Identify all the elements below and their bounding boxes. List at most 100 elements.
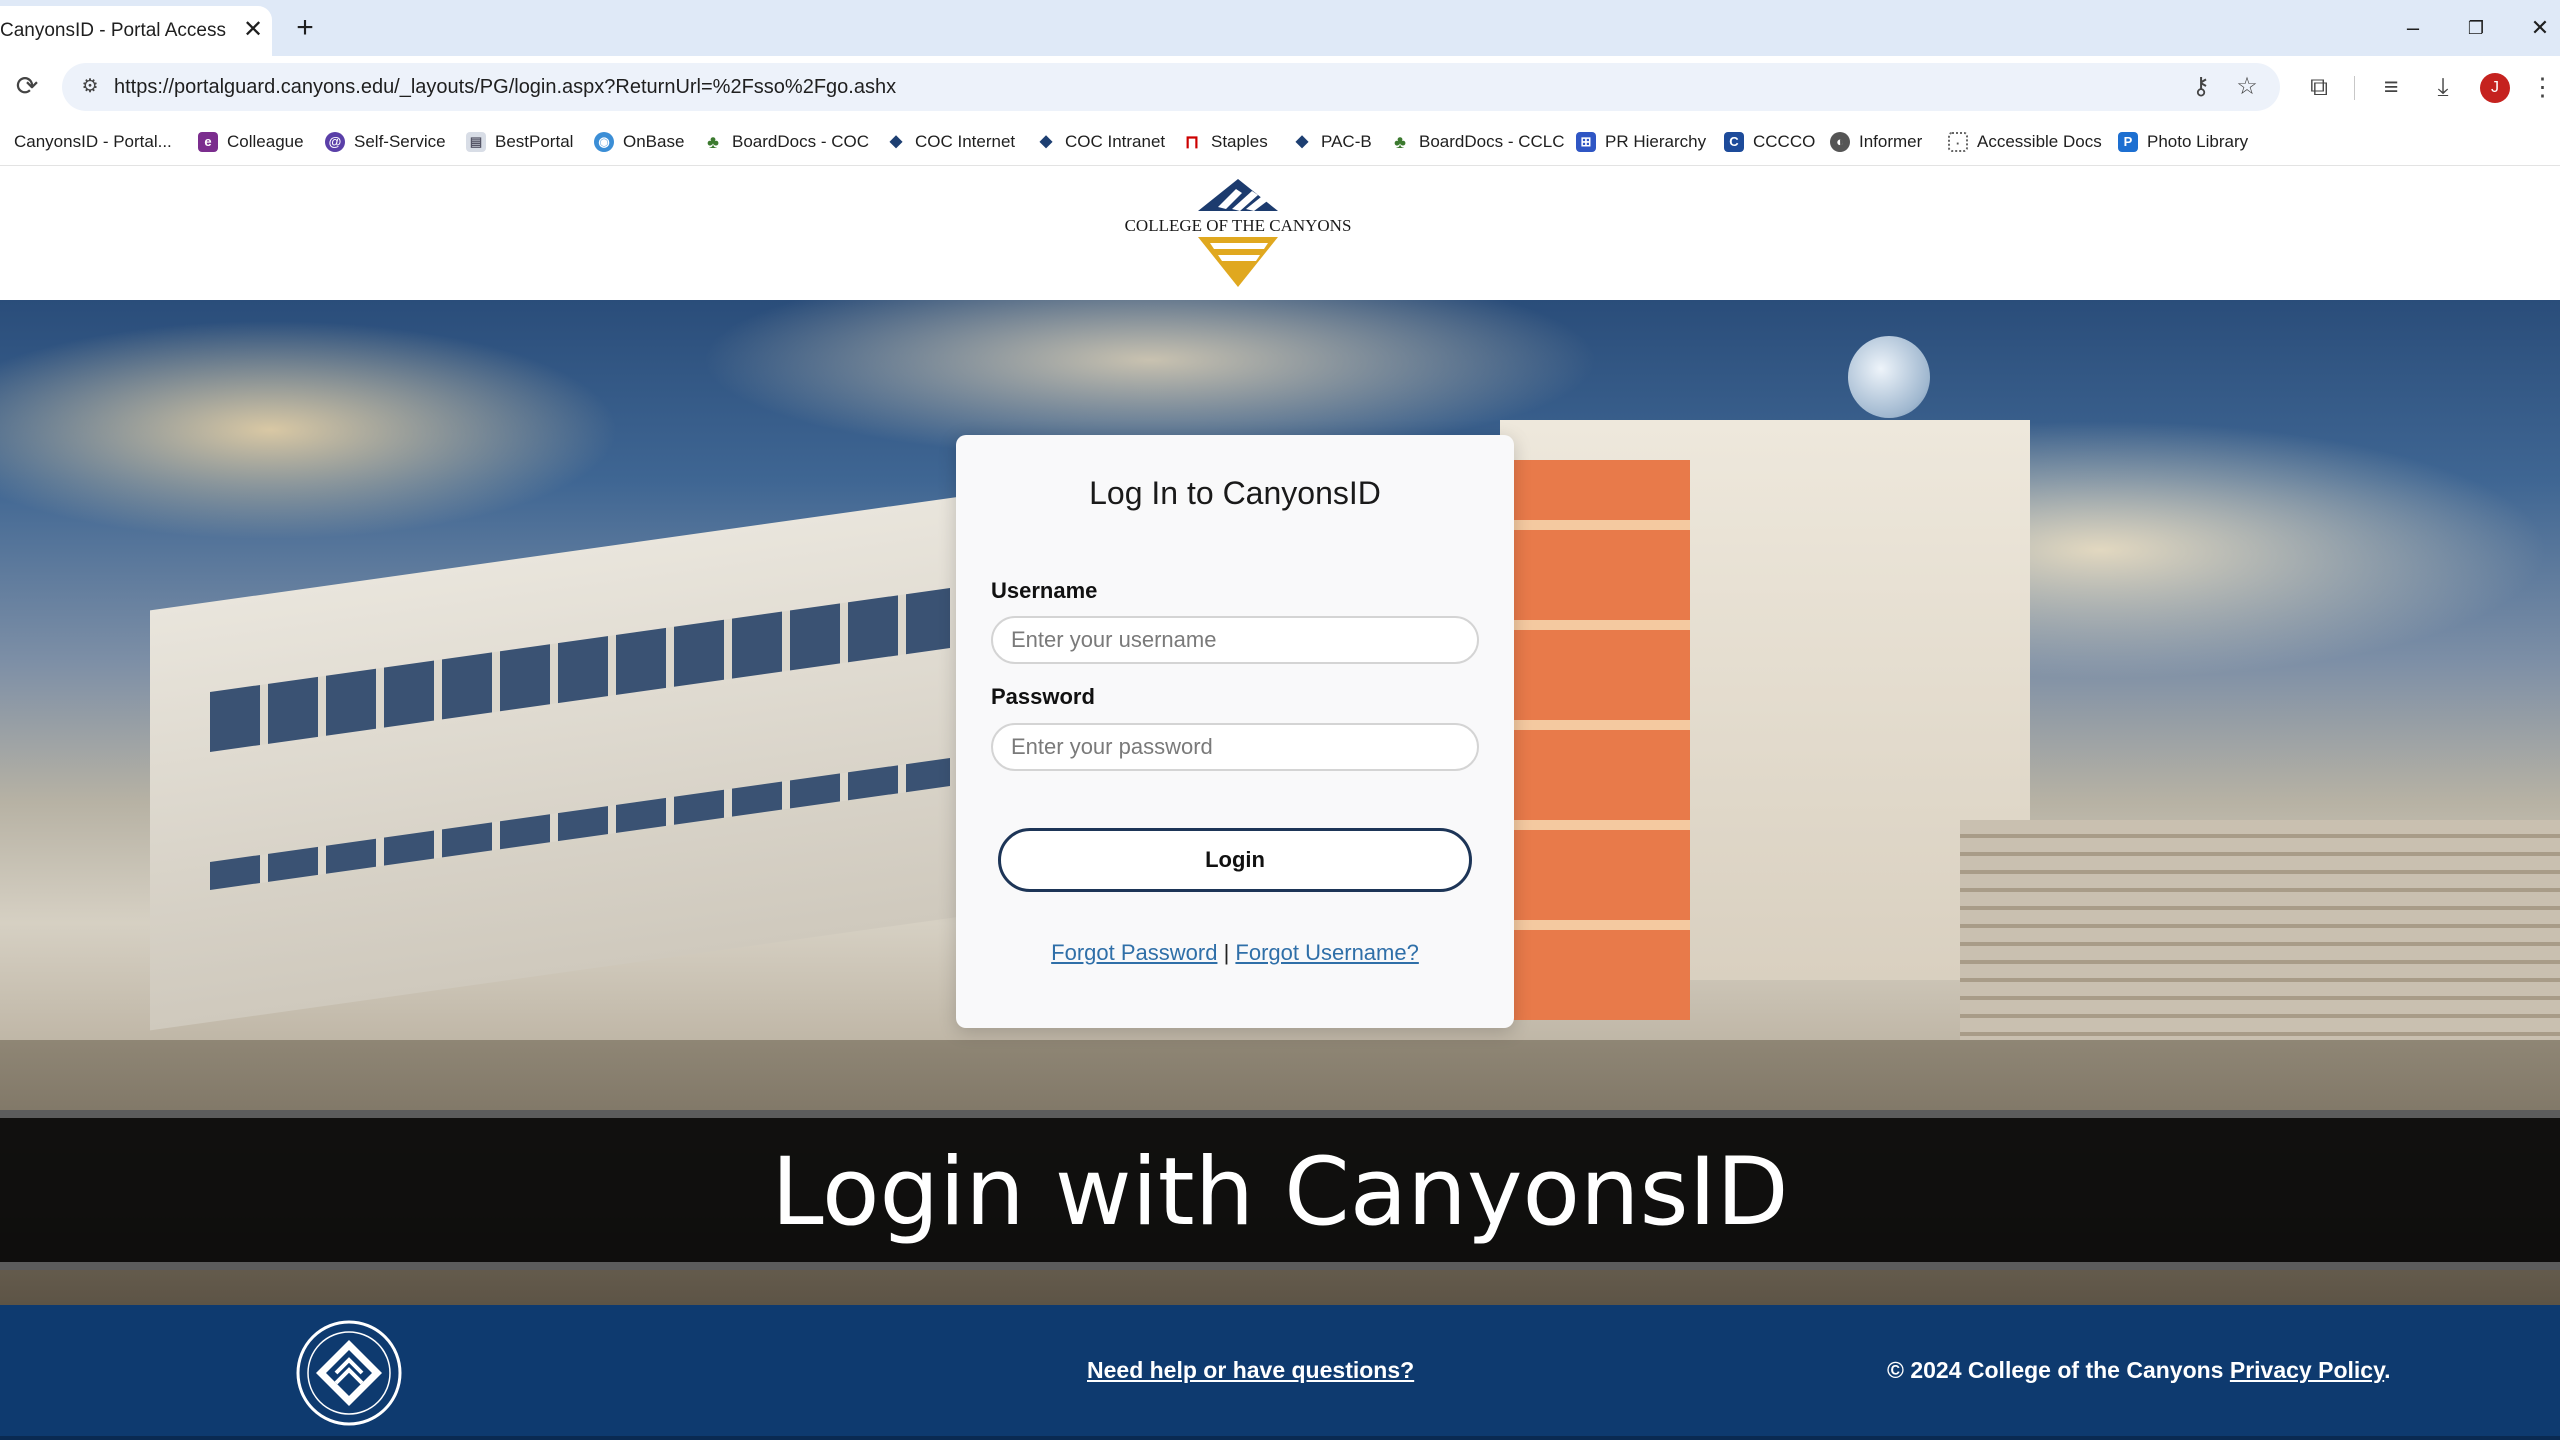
forgot-username-link[interactable]: Forgot Username? [1235, 940, 1418, 965]
bookmark-label: PAC-B [1321, 132, 1372, 151]
password-label: Password [991, 684, 1095, 709]
bookmark-label: Informer [1859, 132, 1923, 151]
bookmark-onbase[interactable]: ◉ OnBase [594, 128, 684, 156]
login-button[interactable]: Login [998, 828, 1472, 892]
extensions-icon[interactable]: ⧉ [2302, 69, 2336, 105]
bookmark-bestportal[interactable]: ▤ BestPortal [466, 128, 573, 156]
bookmark-star-icon[interactable]: ☆ [2232, 72, 2262, 102]
toolbar-divider [2354, 76, 2355, 100]
copyright-text: © 2024 College of the Canyons Privacy Po… [1887, 1357, 2391, 1384]
bookmark-accessible-docs[interactable]: · Accessible Docs [1948, 128, 2102, 156]
bookmark-label: COC Internet [915, 132, 1016, 151]
link-separator: | [1223, 940, 1230, 965]
copyright-label: © 2024 College of the Canyons [1887, 1357, 2224, 1383]
globe-icon: ◉ [594, 132, 614, 152]
tree-icon: ♣ [707, 132, 719, 152]
media-control-icon[interactable]: ≡ [2374, 69, 2408, 105]
bookmark-label: CCCCO [1753, 132, 1816, 151]
bookmark-cccco[interactable]: C CCCCO [1724, 128, 1815, 156]
bookmark-boarddocs-cclc[interactable]: ♣ BoardDocs - CCLC [1390, 128, 1565, 156]
bookmark-staples[interactable]: ⊓ Staples [1182, 128, 1268, 156]
tree-icon: ♣ [1394, 132, 1406, 152]
glass-stairwell [1500, 460, 1690, 1020]
recovery-links: Forgot Password | Forgot Username? [956, 940, 1514, 966]
restore-icon[interactable]: ❐ [2456, 8, 2496, 48]
minimize-icon[interactable]: – [2393, 8, 2433, 48]
url-text[interactable]: https://portalguard.canyons.edu/_layouts… [114, 76, 896, 99]
video-caption-band: Login with CanyonsID [0, 1110, 2560, 1270]
bookmark-label: PR Hierarchy [1605, 132, 1707, 151]
caption-stripe-top [0, 1110, 2560, 1118]
download-icon[interactable]: ⤓ [2426, 69, 2460, 105]
site-footer: Need help or have questions? © 2024 Coll… [0, 1305, 2560, 1440]
bookmark-colleague[interactable]: e Colleague [198, 128, 304, 156]
bookmark-label: BestPortal [495, 132, 574, 151]
caption-stripe-bottom [0, 1262, 2560, 1270]
bookmarks-bar: CanyonsID - Portal... e Colleague @ Self… [0, 118, 2560, 166]
bookmark-coc-intranet[interactable]: ◆ COC Intranet [1036, 128, 1165, 156]
bookmark-canyonsid[interactable]: CanyonsID - Portal... [0, 128, 172, 156]
forgot-password-link[interactable]: Forgot Password [1051, 940, 1217, 965]
window-row [210, 757, 950, 891]
more-menu-icon[interactable]: ⋮ [2530, 69, 2555, 105]
bookmark-photo-library[interactable]: P Photo Library [2118, 128, 2248, 156]
bookmark-label: BoardDocs - CCLC [1419, 132, 1565, 151]
colleague-icon: e [198, 132, 218, 152]
org-chart-icon: ⊞ [1576, 132, 1596, 152]
canyons-icon: ◆ [1039, 133, 1053, 150]
college-seal-icon[interactable] [296, 1320, 402, 1426]
username-input[interactable] [991, 616, 1479, 664]
bookmark-boarddocs-coc[interactable]: ♣ BoardDocs - COC [703, 128, 869, 156]
bookmark-label: Colleague [227, 132, 304, 151]
bookmark-self-service[interactable]: @ Self-Service [325, 128, 446, 156]
bookmark-label: BoardDocs - COC [732, 132, 869, 151]
browser-toolbar: ⟳ ⚙ https://portalguard.canyons.edu/_lay… [0, 56, 2560, 118]
accessible-docs-icon: · [1948, 132, 1968, 152]
site-info-icon[interactable]: ⚙ [76, 73, 104, 101]
page-icon: ▤ [466, 132, 486, 152]
staples-icon: ⊓ [1184, 132, 1200, 152]
college-logo[interactable]: COLLEGE OF THE CANYONS [1118, 179, 1358, 289]
new-tab-icon[interactable]: + [287, 8, 323, 48]
password-key-icon[interactable]: ⚷ [2186, 72, 2216, 102]
browser-tab[interactable]: CanyonsID - Portal Access ✕ [0, 6, 272, 56]
canyons-icon: ◆ [1295, 133, 1309, 150]
bookmark-label: COC Intranet [1065, 132, 1166, 151]
bookmark-label: Staples [1211, 132, 1268, 151]
bookmark-label: Photo Library [2147, 132, 2249, 151]
tab-close-icon[interactable]: ✕ [238, 15, 268, 45]
window-close-icon[interactable]: ✕ [2520, 8, 2560, 48]
password-input[interactable] [991, 723, 1479, 771]
canyons-icon: ◆ [889, 133, 903, 150]
tower-building [1500, 420, 2030, 1020]
copyright-period: . [2384, 1357, 2391, 1383]
photo-library-icon: P [2118, 132, 2138, 152]
bookmark-pac-b[interactable]: ◆ PAC-B [1292, 128, 1372, 156]
bookmark-label: Self-Service [354, 132, 446, 151]
profile-avatar[interactable]: J [2480, 73, 2510, 103]
bookmark-pr-hierarchy[interactable]: ⊞ PR Hierarchy [1576, 128, 1706, 156]
logo-text: COLLEGE OF THE CANYONS [1125, 216, 1352, 235]
bookmark-label: CanyonsID - Portal... [14, 132, 172, 151]
cccco-icon: C [1724, 132, 1744, 152]
username-label: Username [991, 578, 1098, 603]
bookmark-informer[interactable]: ◐ Informer [1830, 128, 1922, 156]
cloud [0, 320, 620, 540]
informer-icon: ◐ [1830, 132, 1850, 152]
site-header: COLLEGE OF THE CANYONS [0, 167, 2560, 300]
tab-title: CanyonsID - Portal Access [0, 20, 226, 41]
bookmark-label: OnBase [623, 132, 685, 151]
moon [1848, 336, 1930, 418]
privacy-policy-link[interactable]: Privacy Policy [2230, 1357, 2384, 1383]
caption-text: Login with CanyonsID [771, 1138, 1789, 1247]
address-bar[interactable]: ⚙ https://portalguard.canyons.edu/_layou… [62, 63, 2280, 111]
bookmark-coc-internet[interactable]: ◆ COC Internet [886, 128, 1015, 156]
self-service-icon: @ [325, 132, 345, 152]
browser-tab-strip: CanyonsID - Portal Access ✕ + – ❐ ✕ [0, 0, 2560, 56]
reload-icon[interactable]: ⟳ [12, 70, 42, 102]
login-title: Log In to CanyonsID [1089, 475, 1381, 511]
login-card: Log In to CanyonsID Username Password Lo… [956, 435, 1514, 1028]
bookmark-label: Accessible Docs [1977, 132, 2102, 151]
help-link[interactable]: Need help or have questions? [1087, 1357, 1414, 1384]
window-row [210, 587, 950, 753]
